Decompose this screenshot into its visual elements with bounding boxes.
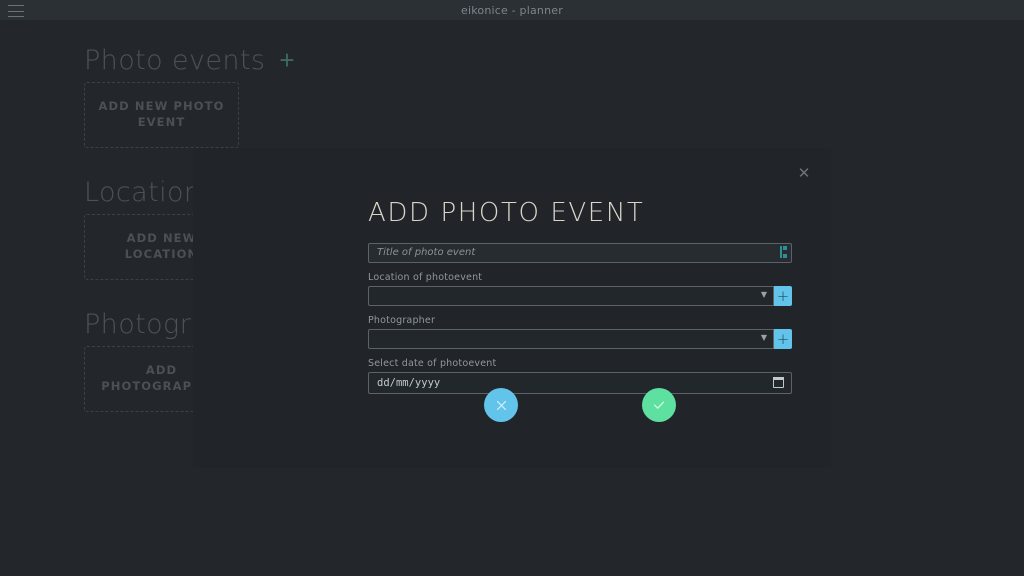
- add-photo-event-form: Location of photoevent ▼ + Photographer: [368, 242, 792, 403]
- section-header-photo-events: Photo events +: [84, 38, 1024, 82]
- confirm-button[interactable]: [642, 388, 676, 422]
- title-input-wrap: [368, 242, 792, 263]
- app-window: eikonice - planner Photo events + ADD NE…: [0, 0, 1024, 576]
- chevron-down-icon: ▼: [760, 332, 767, 342]
- hamburger-menu-icon[interactable]: [8, 5, 24, 17]
- add-photo-event-dialog: ✕ ADD PHOTO EVENT Locati: [348, 148, 831, 468]
- location-label: Location of photoevent: [368, 271, 483, 283]
- modal-overlay-left-panel: [193, 148, 348, 468]
- page-body: Photo events + ADD NEW PHOTO EVENT Locat…: [0, 20, 1024, 576]
- window-title: eikonice - planner: [461, 3, 563, 17]
- chevron-down-icon: ▼: [760, 289, 767, 299]
- modal-overlay: ✕ ADD PHOTO EVENT Locati: [193, 148, 831, 468]
- add-new-photo-event-label: ADD NEW PHOTO EVENT: [98, 99, 225, 129]
- photographer-label: Photographer: [368, 314, 436, 326]
- field-photographer: Photographer ▼ +: [368, 315, 792, 349]
- add-new-photo-event-card[interactable]: ADD NEW PHOTO EVENT: [84, 82, 239, 148]
- section-title-photo-events: Photo events: [84, 44, 266, 76]
- photographer-select[interactable]: ▼: [368, 328, 774, 349]
- check-icon: [653, 401, 665, 409]
- location-select-row: ▼ +: [368, 285, 792, 306]
- close-icon[interactable]: ✕: [796, 165, 812, 181]
- title-input[interactable]: [368, 242, 792, 263]
- field-title: [368, 242, 792, 263]
- cancel-button[interactable]: [484, 388, 518, 422]
- section-photo-events: Photo events + ADD NEW PHOTO EVENT: [84, 38, 1024, 148]
- hamburger-line: [8, 5, 24, 6]
- hamburger-line: [8, 10, 24, 12]
- add-photographer-button[interactable]: +: [774, 328, 792, 349]
- hamburger-line: [8, 16, 24, 17]
- location-select[interactable]: ▼: [368, 285, 774, 306]
- add-location-button[interactable]: +: [774, 285, 792, 306]
- field-location: Location of photoevent ▼ +: [368, 272, 792, 306]
- window-titlebar: eikonice - planner: [0, 0, 1024, 20]
- dialog-title: ADD PHOTO EVENT: [368, 198, 645, 228]
- add-photo-event-plus-icon[interactable]: +: [279, 47, 294, 73]
- photographer-select-row: ▼ +: [368, 328, 792, 349]
- dialog-actions: [368, 388, 792, 422]
- close-x-icon: [496, 400, 506, 410]
- date-label: Select date of photoevent: [368, 357, 497, 369]
- calendar-icon[interactable]: [773, 376, 784, 388]
